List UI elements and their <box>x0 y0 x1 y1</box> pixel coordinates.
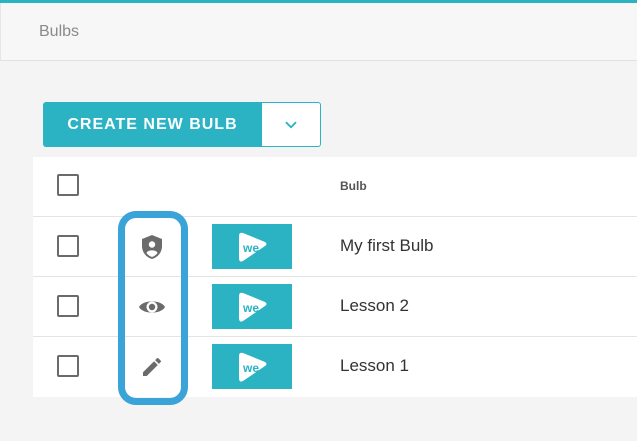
we-logo-icon: we <box>239 292 267 322</box>
bulb-name[interactable]: Lesson 2 <box>340 296 409 316</box>
svg-text:we: we <box>242 361 259 375</box>
shield-person-icon <box>138 233 166 261</box>
breadcrumb[interactable]: Bulbs <box>39 23 79 41</box>
create-new-bulb-button[interactable]: CREATE NEW BULB <box>43 102 262 147</box>
table-header-row: Bulb <box>33 157 637 217</box>
svg-text:we: we <box>242 241 259 255</box>
bulb-thumbnail[interactable]: we <box>212 284 292 329</box>
row-checkbox[interactable] <box>57 235 79 257</box>
create-options-dropdown-button[interactable] <box>262 102 321 147</box>
column-header-bulb[interactable]: Bulb <box>340 179 367 193</box>
bulb-name[interactable]: Lesson 1 <box>340 356 409 376</box>
we-logo-icon: we <box>239 352 267 382</box>
create-button-group: CREATE NEW BULB <box>43 102 321 147</box>
row-checkbox[interactable] <box>57 295 79 317</box>
svg-text:we: we <box>242 301 259 315</box>
bulb-name[interactable]: My first Bulb <box>340 236 434 256</box>
row-checkbox[interactable] <box>57 355 79 377</box>
page-header: Bulbs <box>0 3 637 61</box>
bulb-thumbnail[interactable]: we <box>212 344 292 389</box>
bulbs-table: Bulb we My first Bulb we Lesson 2 we Les… <box>33 157 637 397</box>
we-logo-icon: we <box>239 232 267 262</box>
bulb-thumbnail[interactable]: we <box>212 224 292 269</box>
table-row[interactable]: we Lesson 2 <box>33 277 637 337</box>
pencil-icon <box>138 353 166 381</box>
chevron-down-icon <box>285 121 297 128</box>
table-row[interactable]: we Lesson 1 <box>33 337 637 397</box>
select-all-checkbox[interactable] <box>57 174 79 196</box>
table-row[interactable]: we My first Bulb <box>33 217 637 277</box>
eye-icon <box>138 293 166 321</box>
